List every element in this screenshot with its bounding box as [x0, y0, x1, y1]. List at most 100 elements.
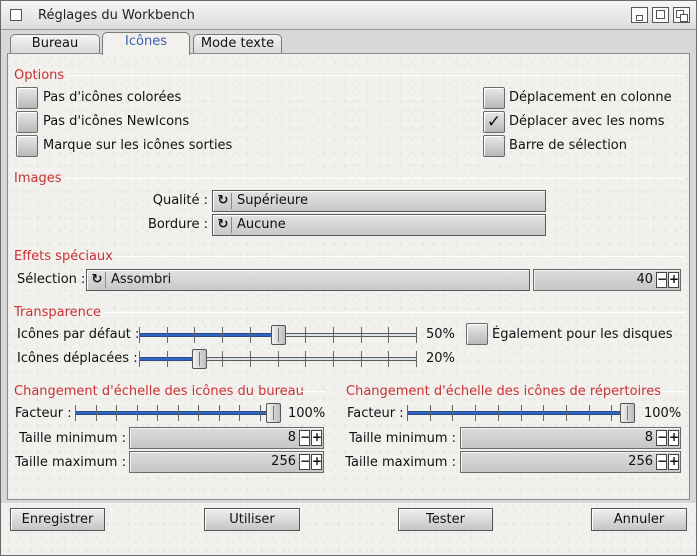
desktop-scaling-header: Changement d'échelle des icônes du burea… — [14, 384, 304, 399]
label-desktop-max: Taille maximum : — [15, 455, 126, 470]
dir-min-field[interactable]: 8 − + — [460, 427, 681, 449]
default-transparency-slider[interactable] — [139, 325, 417, 345]
moved-transparency-text: 20% — [426, 351, 455, 366]
desktop-max-field[interactable]: 256 − + — [129, 451, 324, 473]
label-selection-bar: Barre de sélection — [509, 138, 628, 153]
slider-tick — [198, 405, 199, 421]
checkbox-selection-bar[interactable] — [483, 135, 505, 157]
cycle-icon: ↻ — [89, 272, 106, 288]
dir-max-value: 256 — [628, 454, 653, 469]
slider-tick — [250, 351, 251, 367]
slider-tick — [139, 327, 140, 343]
cycle-icon: ↻ — [215, 217, 232, 233]
checkbox-no-color-icons[interactable] — [16, 87, 38, 109]
label-move-with-names: Déplacer avec les noms — [509, 114, 665, 129]
slider-tick — [305, 351, 306, 367]
minus-icon[interactable]: − — [299, 454, 310, 470]
selection-amount-value: 40 — [636, 272, 653, 287]
label-moved-icons: Icônes déplacées : — [17, 351, 138, 366]
zoom-gadget-icon[interactable] — [652, 7, 669, 23]
label-border: Bordure : — [147, 217, 208, 232]
slider-tick — [167, 351, 168, 367]
slider-tick — [219, 405, 220, 421]
slider-tick — [475, 405, 476, 421]
slider-tick — [388, 327, 389, 343]
checkbox-move-with-names[interactable]: ✓ — [483, 111, 505, 133]
minus-icon[interactable]: − — [656, 454, 667, 470]
iconify-gadget-icon[interactable] — [631, 7, 648, 23]
slider-tick — [260, 405, 261, 421]
options-header: Options — [14, 68, 65, 83]
desktop-min-value: 8 — [287, 430, 296, 445]
slider-tick — [333, 351, 334, 367]
tab-bureau[interactable]: Bureau — [10, 34, 100, 54]
slider-tick — [116, 405, 117, 421]
test-button[interactable]: Tester — [398, 508, 493, 531]
slider-tick — [452, 405, 453, 421]
close-gadget-icon[interactable] — [10, 9, 22, 21]
plus-icon[interactable]: + — [668, 454, 679, 470]
plus-icon[interactable]: + — [668, 430, 679, 446]
checkbox-no-newicons[interactable] — [16, 111, 38, 133]
checkbox-mark-out-icons[interactable] — [16, 135, 38, 157]
slider-tick — [278, 351, 279, 367]
title-bar[interactable]: Réglages du Workbench — [1, 1, 696, 30]
desktop-factor-slider[interactable] — [75, 403, 281, 423]
minus-icon[interactable]: − — [656, 430, 667, 446]
dir-scaling-header: Changement d'échelle des icônes de réper… — [346, 384, 662, 399]
selection-amount-field[interactable]: 40 − + — [533, 269, 681, 291]
checkbox-also-disks[interactable] — [466, 323, 488, 345]
tab-icones[interactable]: Icônes — [102, 32, 190, 55]
checkbox-column-move[interactable] — [483, 87, 505, 109]
slider-knob[interactable] — [620, 403, 635, 423]
desktop-scaling-divider — [301, 391, 325, 392]
selection-value: Assombri — [111, 272, 172, 287]
slider-tick — [157, 405, 158, 421]
depth-gadget-icon[interactable] — [673, 7, 690, 23]
plus-icon[interactable]: + — [668, 272, 679, 288]
use-button[interactable]: Utiliser — [204, 508, 300, 531]
dir-max-field[interactable]: 256 − + — [460, 451, 681, 473]
effects-divider — [113, 256, 685, 257]
quality-cycle[interactable]: ↻ Supérieure — [212, 190, 546, 212]
desktop-min-field[interactable]: 8 − + — [129, 427, 324, 449]
slider-tick — [305, 327, 306, 343]
minus-icon[interactable]: − — [299, 430, 310, 446]
slider-tick — [250, 327, 251, 343]
slider-tick — [430, 405, 431, 421]
border-cycle[interactable]: ↻ Aucune — [212, 214, 546, 236]
slider-tick — [589, 405, 590, 421]
slider-tick — [543, 405, 544, 421]
cancel-button[interactable]: Annuler — [591, 508, 687, 531]
slider-tick — [611, 405, 612, 421]
default-transparency-text: 50% — [426, 327, 455, 342]
slider-knob[interactable] — [192, 349, 207, 369]
save-button[interactable]: Enregistrer — [10, 508, 105, 531]
options-divider — [67, 75, 685, 76]
slider-fill — [139, 333, 271, 337]
slider-tick — [139, 351, 140, 367]
plus-icon[interactable]: + — [311, 454, 322, 470]
label-dir-min: Taille minimum : — [349, 431, 456, 446]
slider-knob[interactable] — [271, 325, 286, 345]
slider-tick — [388, 351, 389, 367]
label-dir-factor: Facteur : — [347, 406, 404, 421]
moved-transparency-slider[interactable] — [139, 349, 417, 369]
slider-tick — [167, 327, 168, 343]
slider-tick — [178, 405, 179, 421]
selection-cycle[interactable]: ↻ Assombri — [86, 269, 530, 291]
label-column-move: Déplacement en colonne — [509, 90, 672, 105]
tab-mode-texte[interactable]: Mode texte — [193, 34, 282, 54]
slider-tick — [566, 405, 567, 421]
slider-tick — [194, 327, 195, 343]
images-header: Images — [14, 171, 62, 186]
minus-icon[interactable]: − — [656, 272, 667, 288]
label-mark-out-icons: Marque sur les icônes sorties — [43, 138, 233, 153]
dir-factor-slider[interactable] — [407, 403, 635, 423]
check-icon: ✓ — [486, 112, 502, 132]
plus-icon[interactable]: + — [311, 430, 322, 446]
slider-tick — [239, 405, 240, 421]
effects-header: Effets spéciaux — [14, 249, 113, 264]
slider-knob[interactable] — [266, 403, 281, 423]
slider-tick — [222, 351, 223, 367]
